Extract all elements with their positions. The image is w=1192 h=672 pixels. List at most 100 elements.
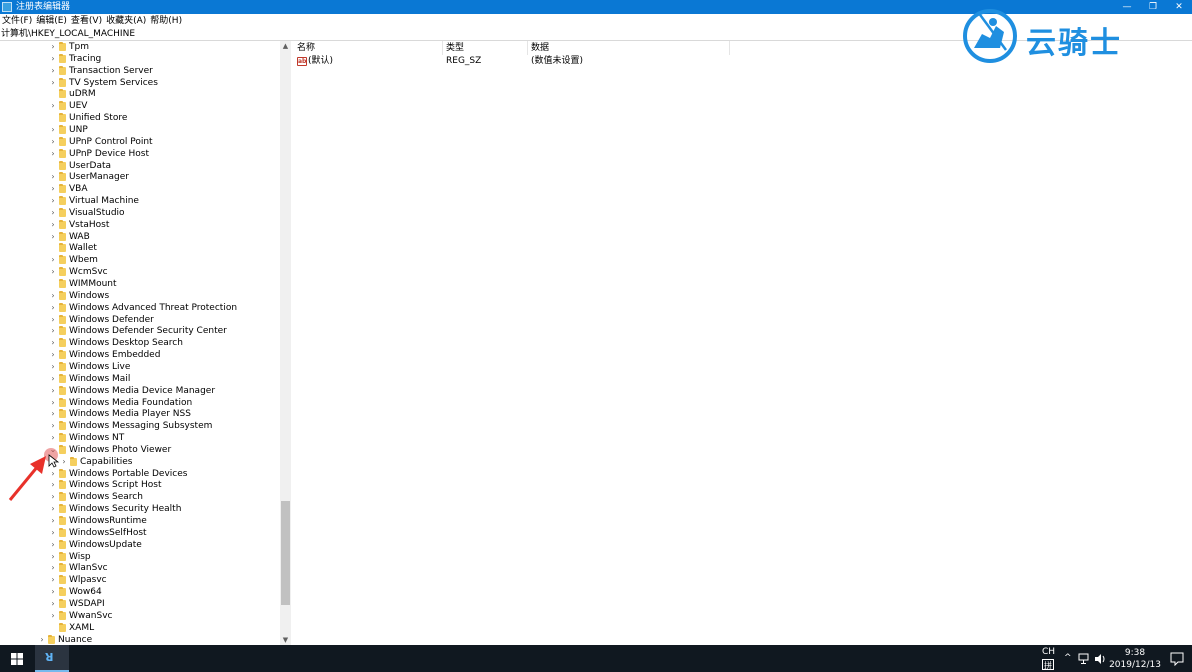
- chevron-right-icon[interactable]: ›: [49, 397, 57, 409]
- volume-icon[interactable]: [1094, 653, 1106, 665]
- tree-item[interactable]: Wallet: [0, 242, 280, 254]
- chevron-right-icon[interactable]: ›: [49, 207, 57, 219]
- tree-item[interactable]: › TV System Services: [0, 77, 280, 89]
- chevron-right-icon[interactable]: ›: [49, 491, 57, 503]
- tree-item[interactable]: › Virtual Machine: [0, 195, 280, 207]
- clock[interactable]: 9:38 2019/12/13: [1108, 645, 1162, 672]
- chevron-right-icon[interactable]: ›: [49, 408, 57, 420]
- column-divider[interactable]: [527, 41, 528, 55]
- chevron-right-icon[interactable]: ›: [49, 527, 57, 539]
- tree-item[interactable]: › Windows Media Foundation: [0, 397, 280, 409]
- tree-item[interactable]: uDRM: [0, 88, 280, 100]
- tree-item[interactable]: › Windows Live: [0, 361, 280, 373]
- chevron-right-icon[interactable]: ›: [49, 77, 57, 89]
- tree-item[interactable]: › Windows Desktop Search: [0, 337, 280, 349]
- column-header-data[interactable]: 数据: [531, 41, 549, 55]
- chevron-right-icon[interactable]: ›: [49, 420, 57, 432]
- tree-item[interactable]: › WindowsSelfHost: [0, 527, 280, 539]
- key-tree[interactable]: › Tpm › Tracing › Transaction Server › TV Syste…: [0, 41, 291, 645]
- menu-edit[interactable]: 编辑(E): [34, 14, 69, 28]
- chevron-right-icon[interactable]: ›: [49, 539, 57, 551]
- chevron-right-icon[interactable]: ›: [49, 41, 57, 53]
- menu-file[interactable]: 文件(F): [0, 14, 34, 28]
- column-header-name[interactable]: 名称: [297, 41, 315, 55]
- tree-item[interactable]: › Wlpasvc: [0, 574, 280, 586]
- chevron-right-icon[interactable]: ›: [49, 503, 57, 515]
- tree-item[interactable]: › Windows Media Device Manager: [0, 385, 280, 397]
- column-divider[interactable]: [729, 41, 730, 55]
- chevron-right-icon[interactable]: ›: [49, 373, 57, 385]
- menu-view[interactable]: 查看(V): [69, 14, 104, 28]
- chevron-right-icon[interactable]: ›: [49, 302, 57, 314]
- tree-item[interactable]: › Windows NT: [0, 432, 280, 444]
- chevron-right-icon[interactable]: ›: [49, 337, 57, 349]
- tree-item[interactable]: › Windows Mail: [0, 373, 280, 385]
- tree-item[interactable]: › Windows Security Health: [0, 503, 280, 515]
- chevron-right-icon[interactable]: ›: [49, 586, 57, 598]
- chevron-right-icon[interactable]: ›: [49, 314, 57, 326]
- tree-item[interactable]: › Windows Messaging Subsystem: [0, 420, 280, 432]
- tree-item[interactable]: › Windows: [0, 290, 280, 302]
- tree-item[interactable]: › WSDAPI: [0, 598, 280, 610]
- network-icon[interactable]: [1078, 653, 1090, 665]
- chevron-right-icon[interactable]: ›: [49, 171, 57, 183]
- chevron-right-icon[interactable]: ›: [49, 574, 57, 586]
- chevron-right-icon[interactable]: ›: [49, 266, 57, 278]
- values-list[interactable]: 名称 类型 数据 ab (默认) REG_SZ (数值未设置): [294, 41, 1192, 645]
- tree-item[interactable]: › Wbem: [0, 254, 280, 266]
- tree-item[interactable]: › Transaction Server: [0, 65, 280, 77]
- tree-item[interactable]: › UNP: [0, 124, 280, 136]
- ime-indicator[interactable]: 拼: [1042, 659, 1054, 670]
- tree-item[interactable]: › VBA: [0, 183, 280, 195]
- tree-item[interactable]: › Windows Defender: [0, 314, 280, 326]
- tree-item[interactable]: › VisualStudio: [0, 207, 280, 219]
- chevron-right-icon[interactable]: ›: [49, 432, 57, 444]
- chevron-right-icon[interactable]: ›: [49, 195, 57, 207]
- chevron-right-icon[interactable]: ›: [49, 100, 57, 112]
- tree-item[interactable]: › WindowsRuntime: [0, 515, 280, 527]
- chevron-right-icon[interactable]: ›: [49, 53, 57, 65]
- tree-item[interactable]: › WindowsUpdate: [0, 539, 280, 551]
- chevron-right-icon[interactable]: ›: [49, 325, 57, 337]
- show-hidden-icons-icon[interactable]: ^: [1064, 645, 1072, 672]
- chevron-right-icon[interactable]: ›: [49, 124, 57, 136]
- taskbar-regedit-button[interactable]: ꓤ: [35, 645, 69, 672]
- notification-center-icon[interactable]: [1170, 652, 1184, 666]
- chevron-right-icon[interactable]: ›: [60, 456, 68, 468]
- scrollbar-thumb[interactable]: [281, 501, 290, 605]
- column-divider[interactable]: [442, 41, 443, 55]
- chevron-right-icon[interactable]: ›: [49, 385, 57, 397]
- chevron-right-icon[interactable]: ›: [49, 290, 57, 302]
- chevron-right-icon[interactable]: ›: [49, 65, 57, 77]
- start-button[interactable]: [0, 645, 34, 672]
- chevron-right-icon[interactable]: ›: [49, 515, 57, 527]
- tree-item[interactable]: › Wow64: [0, 586, 280, 598]
- chevron-right-icon[interactable]: ›: [49, 254, 57, 266]
- scroll-down-icon[interactable]: ▼: [280, 635, 291, 645]
- tree-item[interactable]: Unified Store: [0, 112, 280, 124]
- tree-item[interactable]: › VstaHost: [0, 219, 280, 231]
- chevron-right-icon[interactable]: ›: [49, 479, 57, 491]
- tree-item[interactable]: › Windows Advanced Threat Protection: [0, 302, 280, 314]
- chevron-right-icon[interactable]: ›: [49, 610, 57, 622]
- chevron-right-icon[interactable]: ›: [49, 136, 57, 148]
- tree-item[interactable]: › Wisp: [0, 551, 280, 563]
- scroll-up-icon[interactable]: ▲: [280, 41, 291, 51]
- tree-item[interactable]: › Windows Defender Security Center: [0, 325, 280, 337]
- tree-item[interactable]: › Windows Embedded: [0, 349, 280, 361]
- chevron-right-icon[interactable]: ›: [49, 598, 57, 610]
- tree-item[interactable]: WIMMount: [0, 278, 280, 290]
- tree-item[interactable]: UserData: [0, 160, 280, 172]
- tree-item[interactable]: › Nuance: [0, 634, 280, 646]
- tree-item[interactable]: › WAB: [0, 231, 280, 243]
- menu-help[interactable]: 帮助(H): [148, 14, 184, 28]
- tree-item[interactable]: › WlanSvc: [0, 562, 280, 574]
- tree-item[interactable]: › Tracing: [0, 53, 280, 65]
- tree-item[interactable]: › WcmSvc: [0, 266, 280, 278]
- tree-item[interactable]: › Windows Media Player NSS: [0, 408, 280, 420]
- chevron-right-icon[interactable]: ›: [49, 148, 57, 160]
- chevron-right-icon[interactable]: ›: [49, 349, 57, 361]
- tree-item[interactable]: › UserManager: [0, 171, 280, 183]
- chevron-right-icon[interactable]: ›: [49, 551, 57, 563]
- chevron-right-icon[interactable]: ›: [49, 231, 57, 243]
